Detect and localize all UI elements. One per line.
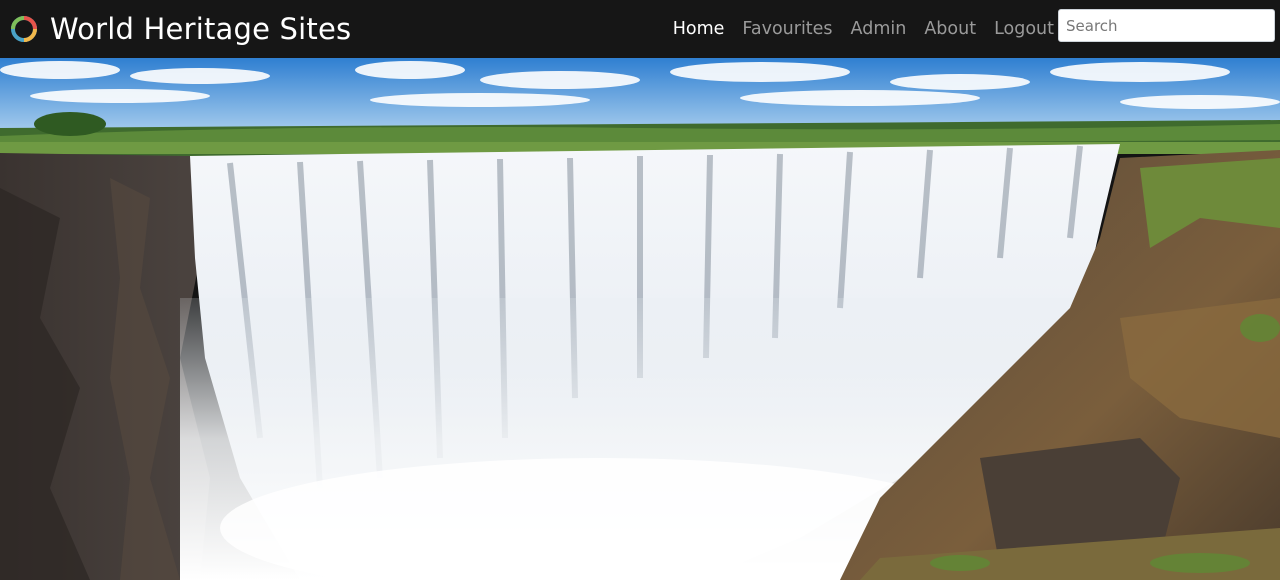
nav-item-admin[interactable]: Admin [851,19,907,39]
nav-links: Home Favourites Admin About Logout [673,0,1054,58]
hero-banner [0,58,1280,580]
search-input[interactable] [1058,9,1275,42]
brand[interactable]: World Heritage Sites [10,0,351,58]
nav-item-logout[interactable]: Logout [994,19,1054,39]
waterfall-hero-image [0,58,1280,580]
circular-logo-icon [11,16,37,42]
nav-item-home[interactable]: Home [673,19,725,39]
nav-item-about[interactable]: About [924,19,976,39]
nav-item-favourites[interactable]: Favourites [742,19,832,39]
top-navbar: World Heritage Sites Home Favourites Adm… [0,0,1280,58]
brand-title: World Heritage Sites [50,12,352,46]
